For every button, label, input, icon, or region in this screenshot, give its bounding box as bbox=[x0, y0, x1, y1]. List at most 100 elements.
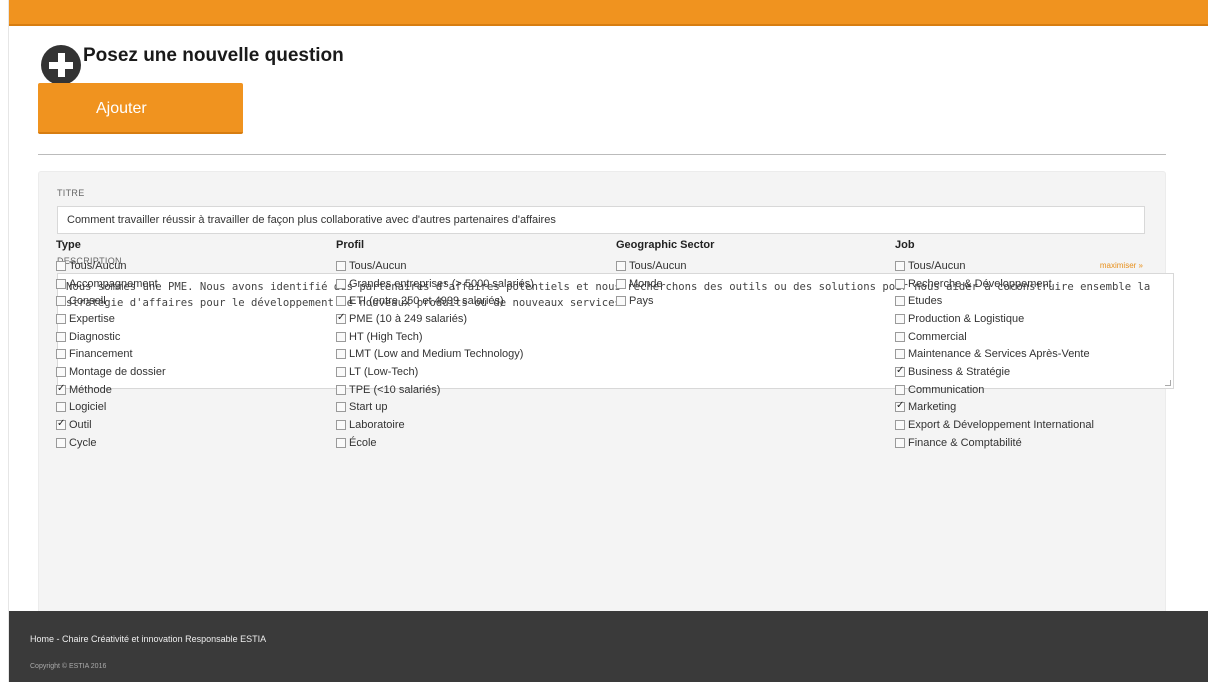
filter-option[interactable]: Recherche & Développement bbox=[895, 275, 1165, 293]
filter-option[interactable]: Commercial bbox=[895, 328, 1165, 346]
filter-option-label: Finance & Comptabilité bbox=[908, 436, 1022, 449]
filter-option-label: HT (High Tech) bbox=[349, 330, 423, 343]
filter-title: Profil bbox=[336, 239, 365, 251]
checkbox[interactable] bbox=[56, 296, 66, 307]
filter-option-label: PME (10 à 249 salariés) bbox=[349, 312, 467, 325]
filter-option[interactable]: Expertise bbox=[56, 310, 326, 328]
filter-option[interactable]: Montage de dossier bbox=[56, 363, 326, 381]
filter-option[interactable]: Logiciel bbox=[56, 399, 326, 417]
checkbox[interactable] bbox=[336, 420, 346, 431]
page-title: Posez une nouvelle question bbox=[83, 45, 344, 66]
filter-option-label: ETI (entre 250 et 4999 salariés) bbox=[349, 295, 504, 308]
filter-option[interactable]: Laboratoire bbox=[336, 416, 606, 434]
filter-option[interactable]: Maintenance & Services Après-Vente bbox=[895, 345, 1165, 363]
filter-option[interactable]: Tous/Aucun bbox=[336, 257, 606, 275]
checkbox[interactable] bbox=[895, 420, 905, 431]
checkbox[interactable] bbox=[336, 437, 346, 448]
filter-option[interactable]: Accompagnement bbox=[56, 275, 326, 293]
filter-option[interactable]: HT (High Tech) bbox=[336, 328, 606, 346]
checkbox[interactable] bbox=[895, 278, 905, 289]
filter-option[interactable]: LMT (Low and Medium Technology) bbox=[336, 345, 606, 363]
checkbox[interactable] bbox=[336, 278, 346, 289]
filter-option[interactable]: Outil bbox=[56, 416, 326, 434]
filter-column-type: Type Tous/Aucun Accompagnement Conseil Expe… bbox=[56, 238, 326, 452]
filter-option-label: École bbox=[349, 436, 377, 449]
filter-option[interactable]: Diagnostic bbox=[56, 328, 326, 346]
filter-option[interactable]: Production & Logistique bbox=[895, 310, 1165, 328]
filter-option-label: Accompagnement bbox=[69, 277, 158, 290]
filter-option-label: Recherche & Développement bbox=[908, 277, 1052, 290]
checkbox[interactable] bbox=[336, 402, 346, 413]
filter-option-label: Tous/Aucun bbox=[349, 259, 407, 272]
checkbox[interactable] bbox=[895, 349, 905, 360]
filter-option[interactable]: Tous/Aucun bbox=[616, 257, 886, 275]
checkbox[interactable] bbox=[56, 366, 66, 377]
filter-option[interactable]: Communication bbox=[895, 381, 1165, 399]
plus-circle-icon bbox=[41, 45, 81, 85]
filter-option[interactable]: ETI (entre 250 et 4999 salariés) bbox=[336, 292, 606, 310]
filter-option[interactable]: Finance & Comptabilité bbox=[895, 434, 1165, 452]
filter-option[interactable]: Grandes entreprises (> 5000 salariés) bbox=[336, 275, 606, 293]
checkbox[interactable] bbox=[616, 278, 626, 289]
checkbox[interactable] bbox=[336, 331, 346, 342]
filter-option-label: Marketing bbox=[908, 401, 957, 414]
filter-option[interactable]: TPE (<10 salariés) bbox=[336, 381, 606, 399]
filter-option[interactable]: Méthode bbox=[56, 381, 326, 399]
checkbox[interactable] bbox=[56, 383, 66, 395]
checkbox[interactable] bbox=[616, 296, 626, 307]
filter-option-label: Maintenance & Services Après-Vente bbox=[908, 348, 1090, 361]
filter-option[interactable]: Monde bbox=[616, 275, 886, 293]
checkbox[interactable] bbox=[616, 260, 626, 271]
checkbox[interactable] bbox=[336, 384, 346, 395]
filter-option[interactable]: Tous/Aucun bbox=[56, 257, 326, 275]
checkbox[interactable] bbox=[895, 296, 905, 307]
filter-option-label: Export & Développement International bbox=[908, 419, 1094, 432]
checkbox[interactable] bbox=[895, 313, 905, 324]
filter-option-label: Pays bbox=[629, 295, 654, 308]
filter-option[interactable]: Marketing bbox=[895, 399, 1165, 417]
filter-option[interactable]: Pays bbox=[616, 292, 886, 310]
checkbox[interactable] bbox=[336, 296, 346, 307]
resize-handle[interactable] bbox=[1165, 380, 1171, 386]
filter-option[interactable]: Export & Développement International bbox=[895, 416, 1165, 434]
checkbox[interactable] bbox=[56, 260, 66, 271]
filter-option-label: Cycle bbox=[69, 436, 97, 449]
checkbox[interactable] bbox=[895, 437, 905, 448]
checkbox[interactable] bbox=[895, 400, 905, 413]
title-input[interactable]: Comment travailler réussir à travailler … bbox=[57, 206, 1145, 234]
checkbox[interactable] bbox=[56, 313, 66, 324]
filter-option[interactable]: Start up bbox=[336, 399, 606, 417]
checkbox[interactable] bbox=[56, 349, 66, 360]
filter-option-label: Communication bbox=[908, 383, 985, 396]
filter-option-label: Grandes entreprises (> 5000 salariés) bbox=[349, 277, 534, 290]
checkbox[interactable] bbox=[56, 418, 66, 431]
filter-option[interactable]: École bbox=[336, 434, 606, 452]
filter-option-label: Expertise bbox=[69, 312, 115, 325]
checkbox[interactable] bbox=[895, 331, 905, 342]
filter-option[interactable]: PME (10 à 249 salariés) bbox=[336, 310, 606, 328]
checkbox[interactable] bbox=[895, 384, 905, 395]
filter-option[interactable]: Business & Stratégie bbox=[895, 363, 1165, 381]
filter-option[interactable]: Conseil bbox=[56, 292, 326, 310]
checkbox[interactable] bbox=[895, 260, 905, 271]
checkbox[interactable] bbox=[56, 402, 66, 413]
add-button[interactable]: Ajouter bbox=[38, 83, 243, 134]
checkbox[interactable] bbox=[336, 349, 346, 360]
page-frame: Posez une nouvelle question Ajouter TITR… bbox=[8, 0, 1208, 682]
checkbox[interactable] bbox=[336, 260, 346, 271]
checkbox[interactable] bbox=[56, 278, 66, 289]
footer-breadcrumb[interactable]: Home - Chaire Créativité et innovation R… bbox=[30, 634, 266, 644]
filter-option[interactable]: Tous/Aucun bbox=[895, 257, 1165, 275]
filter-option-label: Start up bbox=[349, 401, 388, 414]
filter-option[interactable]: Etudes bbox=[895, 292, 1165, 310]
checkbox[interactable] bbox=[895, 365, 905, 377]
checkbox[interactable] bbox=[336, 312, 346, 324]
checkbox[interactable] bbox=[56, 437, 66, 448]
footer-copyright: Copyright © ESTIA 2016 bbox=[30, 663, 107, 670]
filter-option[interactable]: Cycle bbox=[56, 434, 326, 452]
filter-option[interactable]: LT (Low-Tech) bbox=[336, 363, 606, 381]
checkbox[interactable] bbox=[56, 331, 66, 342]
filter-option[interactable]: Financement bbox=[56, 345, 326, 363]
checkbox[interactable] bbox=[336, 366, 346, 377]
filter-option-label: Etudes bbox=[908, 295, 943, 308]
